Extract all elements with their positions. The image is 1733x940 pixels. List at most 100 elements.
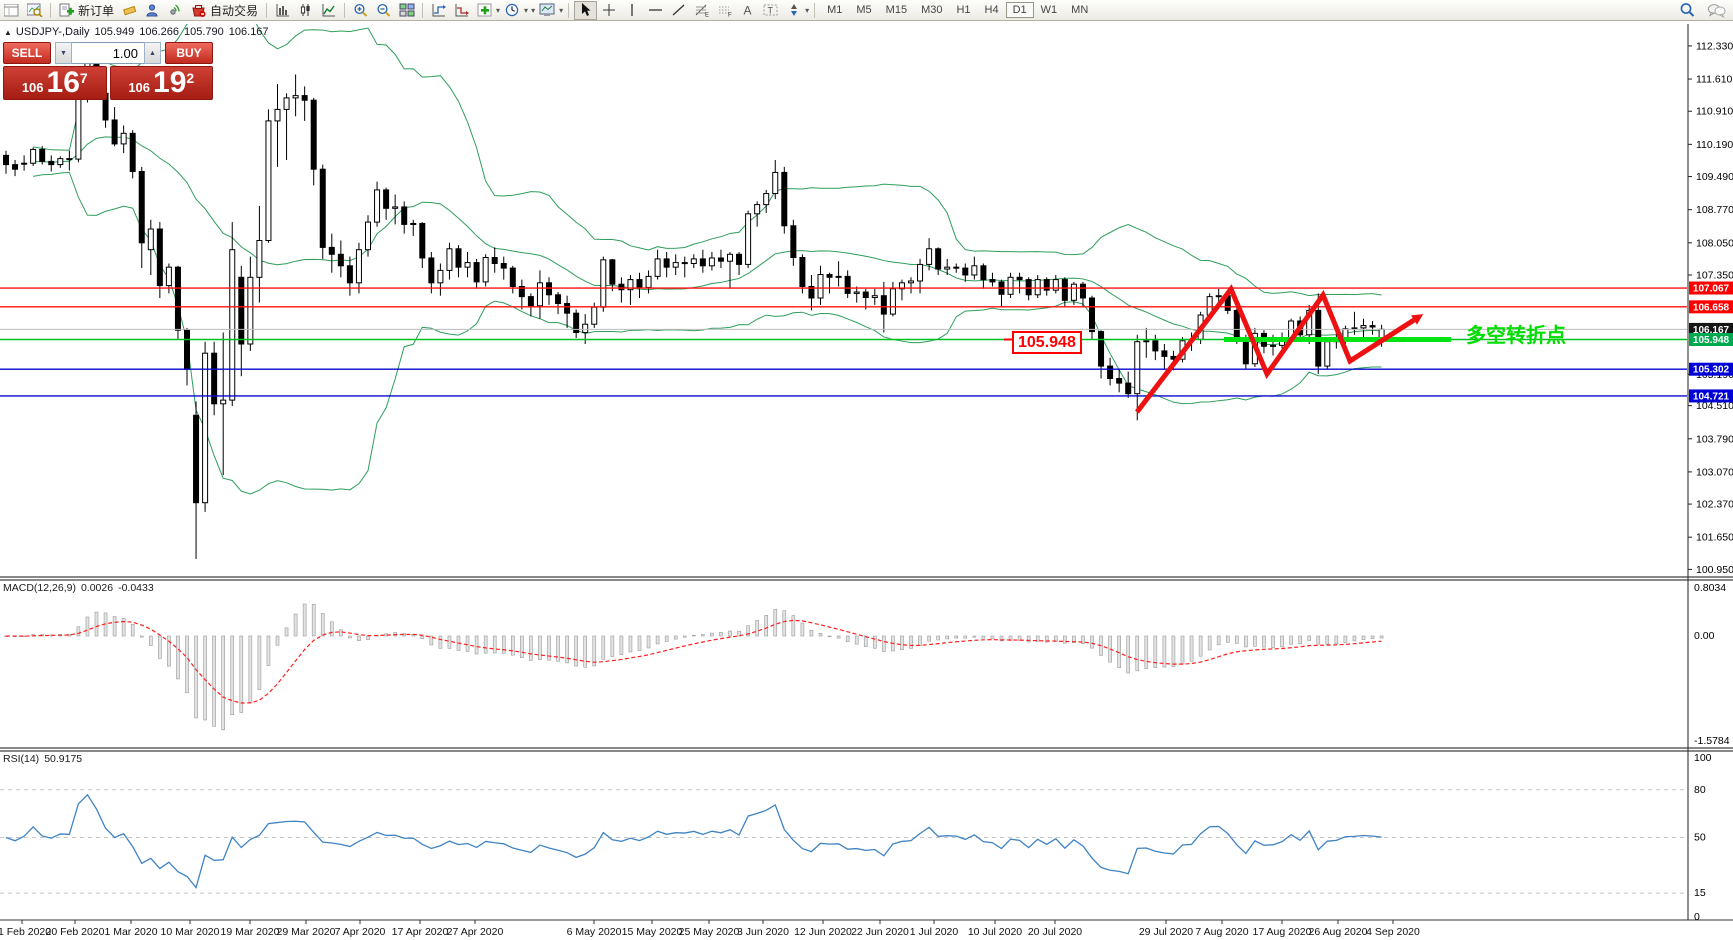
tile-windows-icon[interactable] xyxy=(396,2,417,19)
chart-preview-icon[interactable] xyxy=(24,2,45,19)
zoom-out-icon[interactable] xyxy=(373,2,394,19)
timeframe-button-h1[interactable]: H1 xyxy=(949,2,977,18)
bid-price-box[interactable]: 106 16 7 xyxy=(3,66,107,100)
time-axis-label[interactable]: 7 Aug 2020 xyxy=(1195,926,1248,938)
candle-body xyxy=(139,172,144,243)
price-axis-label[interactable]: 109.490 xyxy=(1696,171,1733,183)
add-indicator-button[interactable]: ▾ xyxy=(474,2,500,19)
time-axis-label[interactable]: 3 Jun 2020 xyxy=(737,926,789,938)
time-axis-label[interactable]: 25 May 2020 xyxy=(679,926,740,938)
price-axis-label[interactable]: 102.370 xyxy=(1696,499,1733,511)
buy-button[interactable]: BUY xyxy=(165,42,213,64)
chart-surface[interactable]: 112.330 111.610 110.910 110.190 109.490 108.7… xyxy=(0,0,1733,940)
macd-histogram-bar xyxy=(1208,636,1211,650)
chat-icon[interactable] xyxy=(1706,2,1727,19)
candle-body xyxy=(76,94,81,159)
macd-histogram-bar xyxy=(529,636,532,660)
indicator-window-alt-icon[interactable] xyxy=(451,2,472,19)
arrows-tool-button[interactable]: ▾ xyxy=(783,2,809,19)
text-tool-icon[interactable]: A xyxy=(737,2,758,19)
time-axis-label[interactable]: 17 Apr 2020 xyxy=(392,926,449,938)
period-button[interactable]: ▾ xyxy=(502,2,528,19)
time-axis-label[interactable]: 12 Jun 2020 xyxy=(794,926,852,938)
price-axis-label[interactable]: 107.350 xyxy=(1696,270,1733,282)
vertical-line-tool-icon[interactable] xyxy=(622,2,643,19)
macd-histogram-bar xyxy=(692,635,695,636)
timeframe-button-d1[interactable]: D1 xyxy=(1006,2,1034,18)
eraser-icon[interactable] xyxy=(119,2,140,19)
price-axis-label[interactable]: 101.650 xyxy=(1696,532,1733,544)
time-axis-label[interactable]: 29 Mar 2020 xyxy=(277,926,336,938)
timeframe-button-mn[interactable]: MN xyxy=(1064,2,1095,18)
timeframe-button-m1[interactable]: M1 xyxy=(820,2,849,18)
search-icon[interactable] xyxy=(1677,2,1698,19)
time-axis-label[interactable]: 27 Apr 2020 xyxy=(447,926,504,938)
trendline-tool-icon[interactable] xyxy=(668,2,689,19)
price-axis-label[interactable]: 103.790 xyxy=(1696,433,1733,445)
fibonacci-fan-tool-icon[interactable]: F xyxy=(714,2,735,19)
time-axis-label[interactable]: 10 Jul 2020 xyxy=(968,926,1022,938)
auto-trading-button[interactable]: 自动交易 xyxy=(188,2,261,19)
dropdown-caret-icon[interactable]: ▾ xyxy=(531,6,535,15)
price-axis-label[interactable]: 111.610 xyxy=(1696,74,1733,86)
time-axis-label[interactable]: 1 Mar 2020 xyxy=(104,926,157,938)
time-axis-label[interactable]: 20 Feb 2020 xyxy=(46,926,105,938)
turning-point-note[interactable]: 多空转折点 xyxy=(1466,319,1566,348)
price-callout-label[interactable]: 105.948 xyxy=(1012,331,1082,354)
price-axis-label[interactable]: 100.950 xyxy=(1696,564,1733,576)
timeframe-button-m5[interactable]: M5 xyxy=(849,2,878,18)
time-axis-label[interactable]: 20 Jul 2020 xyxy=(1028,926,1082,938)
price-axis-label[interactable]: 110.910 xyxy=(1696,106,1733,118)
time-axis-label[interactable]: 15 May 2020 xyxy=(622,926,683,938)
time-axis-label[interactable]: 29 Jul 2020 xyxy=(1139,926,1193,938)
macd-histogram-bar xyxy=(1217,636,1220,645)
time-axis-label[interactable]: 10 Mar 2020 xyxy=(161,926,220,938)
candlestick-chart-icon[interactable] xyxy=(295,2,316,19)
text-label-tool-icon[interactable]: T xyxy=(760,2,781,19)
time-axis-label[interactable]: 4 Sep 2020 xyxy=(1366,926,1420,938)
new-order-button[interactable]: 新订单 xyxy=(56,2,117,19)
macd-histogram-bar xyxy=(303,604,306,636)
macd-histogram-bar xyxy=(213,636,216,726)
price-axis-label[interactable]: 112.330 xyxy=(1696,40,1733,52)
time-axis-label[interactable]: 22 Jun 2020 xyxy=(851,926,909,938)
market-watch-icon[interactable] xyxy=(1,2,22,19)
time-axis-label[interactable]: 26 Aug 2020 xyxy=(1309,926,1368,938)
svg-text:A: A xyxy=(744,4,752,18)
indicator-window-icon[interactable] xyxy=(428,2,449,19)
line-chart-icon[interactable] xyxy=(318,2,339,19)
horizontal-line-tool-icon[interactable] xyxy=(645,2,666,19)
sell-button[interactable]: SELL xyxy=(3,42,51,64)
macd-histogram-bar xyxy=(602,636,605,659)
time-axis-label[interactable]: 6 May 2020 xyxy=(567,926,622,938)
timeframe-button-w1[interactable]: W1 xyxy=(1034,2,1065,18)
one-click-collapse-arrow[interactable]: ▲ xyxy=(4,28,12,37)
price-axis-label[interactable]: 108.050 xyxy=(1696,237,1733,249)
candle-body xyxy=(700,259,705,266)
time-axis-label[interactable]: 11 Feb 2020 xyxy=(0,926,51,938)
time-axis-label[interactable]: 19 Mar 2020 xyxy=(221,926,280,938)
macd-histogram-bar xyxy=(113,617,116,636)
volume-increase-button[interactable]: ▲ xyxy=(144,42,161,64)
ask-price-box[interactable]: 106 19 2 xyxy=(110,66,214,100)
time-axis-label[interactable]: 1 Jul 2020 xyxy=(910,926,959,938)
expert-advisor-icon[interactable] xyxy=(142,2,163,19)
bar-chart-icon[interactable] xyxy=(272,2,293,19)
candle-body xyxy=(293,96,298,98)
timeframe-button-h4[interactable]: H4 xyxy=(978,2,1006,18)
volume-decrease-button[interactable]: ▼ xyxy=(55,42,72,64)
zoom-in-icon[interactable] xyxy=(350,2,371,19)
cursor-tool-icon[interactable] xyxy=(574,1,597,20)
fibonacci-tool-icon[interactable]: E xyxy=(691,2,712,19)
signal-icon[interactable] xyxy=(165,2,186,19)
price-axis-label[interactable]: 103.070 xyxy=(1696,466,1733,478)
crosshair-tool-icon[interactable] xyxy=(599,2,620,19)
volume-input[interactable]: 1.00 xyxy=(72,42,144,64)
time-axis-label[interactable]: 17 Aug 2020 xyxy=(1253,926,1312,938)
price-axis-label[interactable]: 110.190 xyxy=(1696,139,1733,151)
template-button[interactable]: ▾ xyxy=(537,2,563,19)
timeframe-button-m30[interactable]: M30 xyxy=(914,2,949,18)
timeframe-button-m15[interactable]: M15 xyxy=(879,2,914,18)
price-axis-label[interactable]: 108.770 xyxy=(1696,204,1733,216)
time-axis-label[interactable]: 7 Apr 2020 xyxy=(335,926,386,938)
